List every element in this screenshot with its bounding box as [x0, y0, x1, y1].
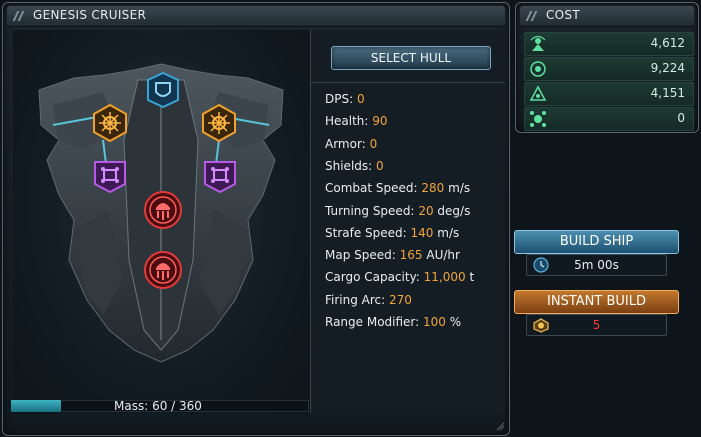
stat-label: Range Modifier:: [325, 315, 420, 329]
title-bar: GENESIS CRUISER: [7, 6, 505, 27]
cost-row: 4,612: [524, 32, 694, 56]
cost-value: 9,224: [650, 61, 685, 75]
stat-unit: deg/s: [437, 203, 471, 218]
special-slot-icon-right[interactable]: [203, 160, 237, 194]
build-ship-button[interactable]: BUILD SHIP: [514, 230, 679, 254]
resource-d-icon: [530, 111, 546, 127]
stat-value: 140: [410, 225, 434, 240]
weapon-slot-icon-right[interactable]: [200, 104, 238, 142]
instant-build-button[interactable]: INSTANT BUILD: [514, 290, 679, 314]
stat-label: Cargo Capacity:: [325, 270, 420, 285]
instant-build-cost: 5: [592, 318, 601, 332]
stat-value: 165: [399, 248, 423, 263]
cost-row: 0: [524, 107, 694, 131]
cost-row: 4,151: [524, 82, 694, 106]
shield-slot-icon[interactable]: [145, 72, 181, 108]
stat-label: Strafe Speed:: [325, 225, 407, 240]
build-time: 5m 00s: [574, 258, 619, 272]
weapon-slot-icon-left[interactable]: [91, 104, 129, 142]
stat-unit: %: [449, 315, 462, 329]
stat-label: Turning Speed:: [325, 203, 415, 218]
cost-panel: COST 4,612 9,224 4,151 0: [515, 2, 699, 133]
build-time-box: 5m 00s: [526, 254, 667, 276]
stat-unit: m/s: [448, 181, 471, 196]
stat-value: 20: [418, 203, 434, 218]
stat-row: Strafe Speed: 140 m/s: [325, 226, 459, 240]
resource-c-icon: [529, 85, 547, 101]
mass-bar-fill: [11, 400, 61, 412]
stat-label: Firing Arc:: [325, 292, 386, 307]
stat-unit: t: [469, 270, 475, 285]
stat-value: 11,000: [423, 270, 466, 285]
resource-a-icon: [530, 35, 546, 51]
stat-label: Health:: [325, 114, 369, 129]
stat-row: Armor: 0: [325, 137, 377, 151]
stat-row: Cargo Capacity: 11,000 t: [325, 270, 474, 284]
stat-value: 90: [372, 114, 388, 129]
stat-label: DPS:: [325, 92, 354, 106]
panel-title: GENESIS CRUISER: [33, 8, 147, 22]
corner-icon: [496, 422, 505, 431]
stat-value: 280: [421, 181, 445, 196]
stat-label: Armor:: [325, 136, 366, 151]
ship-viewport: [13, 30, 311, 414]
divider: [311, 82, 505, 83]
cost-title: COST: [546, 8, 580, 22]
select-hull-button[interactable]: SELECT HULL: [331, 46, 491, 70]
instant-cost-box: 5: [526, 314, 667, 336]
mass-label: Mass: 60 / 360: [114, 399, 202, 413]
stat-row: Range Modifier: 100 %: [325, 315, 461, 329]
stat-row: Firing Arc: 270: [325, 293, 412, 307]
stat-row: Shields: 0: [325, 159, 384, 173]
cost-value: 0: [677, 111, 685, 125]
cost-value: 4,612: [650, 36, 685, 50]
cost-title-bar: COST: [520, 6, 694, 27]
stat-value: 0: [356, 92, 365, 106]
stat-value: 0: [376, 158, 384, 173]
resource-b-icon: [530, 61, 546, 77]
cost-row: 9,224: [524, 57, 694, 81]
stat-label: Combat Speed:: [325, 181, 418, 196]
stat-label: Map Speed:: [325, 248, 396, 263]
stat-row: Health: 90: [325, 114, 388, 128]
engine-slot-icon-top[interactable]: [143, 190, 183, 230]
cost-value: 4,151: [650, 86, 685, 100]
stats-pane: SELECT HULL DPS: 0 Health: 90 Armor: 0 Shie…: [311, 30, 505, 414]
stat-unit: AU/hr: [426, 248, 460, 263]
grip-icon: [525, 11, 540, 21]
special-slot-icon-left[interactable]: [93, 160, 127, 194]
grip-icon: [12, 11, 27, 21]
engine-slot-icon-bottom[interactable]: [143, 250, 183, 290]
stat-value: 0: [369, 136, 378, 151]
stat-row: Map Speed: 165 AU/hr: [325, 248, 460, 262]
ship-builder-panel: GENESIS CRUISER SELECT HULL DPS: 0 Healt…: [2, 2, 510, 436]
stat-row: Turning Speed: 20 deg/s: [325, 204, 470, 218]
stat-unit: m/s: [437, 225, 460, 240]
stat-value: 270: [389, 292, 412, 307]
stat-row: Combat Speed: 280 m/s: [325, 181, 470, 195]
stat-label: Shields:: [325, 158, 373, 173]
stat-row: DPS: 0: [325, 92, 365, 106]
stat-value: 100: [423, 315, 446, 329]
